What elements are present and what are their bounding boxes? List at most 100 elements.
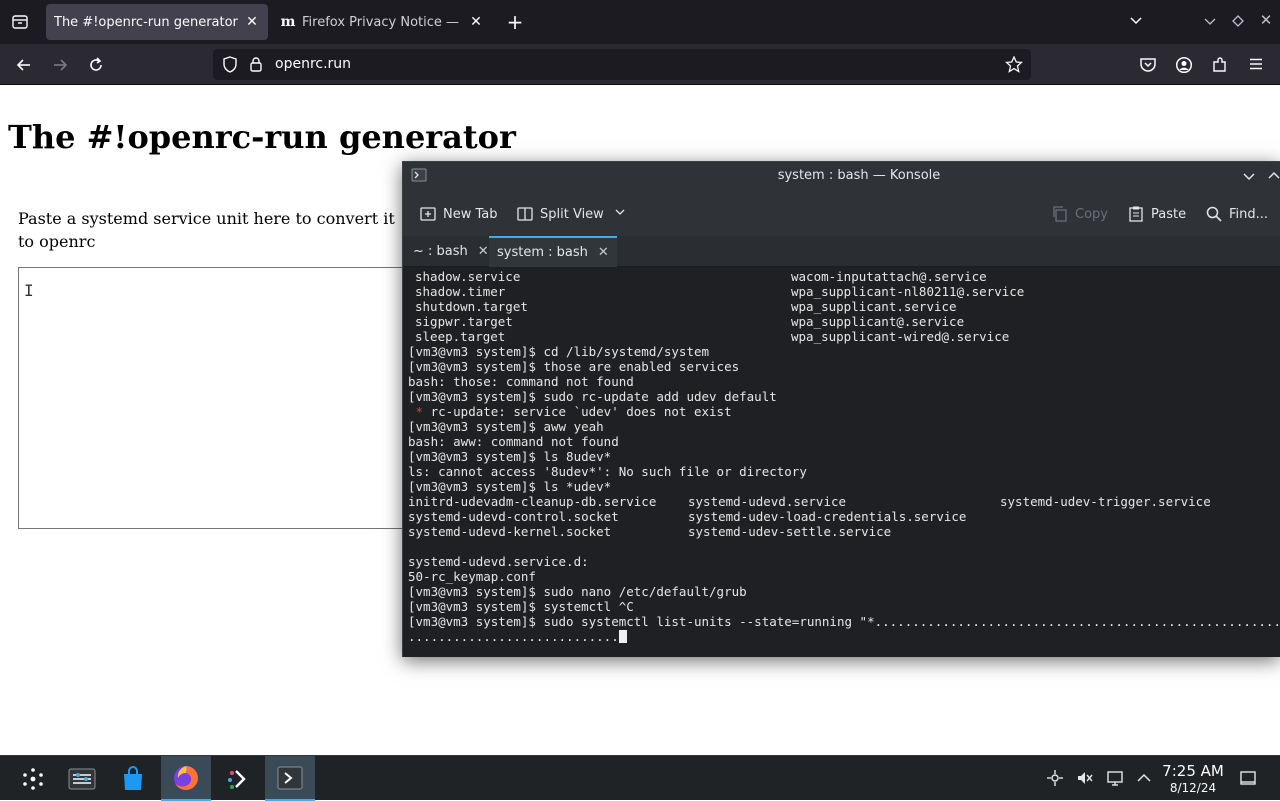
close-tab-icon[interactable]: ✕: [468, 14, 484, 30]
error-message: rc-update: service `udev' does not exist: [430, 404, 732, 419]
copy-icon: [1051, 205, 1069, 223]
app-menu-hamburger-icon[interactable]: [1246, 56, 1266, 75]
search-icon: [1205, 205, 1223, 223]
account-icon[interactable]: [1174, 56, 1194, 77]
terminal-listing-cell: systemd-udevd.service: [688, 494, 847, 509]
minimize-chevron-icon[interactable]: [1241, 169, 1257, 186]
url-text[interactable]: openrc.run: [275, 56, 351, 72]
terminal-icon: [277, 766, 303, 789]
clock-date: 8/12/24: [1169, 781, 1217, 795]
terminal-line: [vm3@vm3 system]$ those are enabled serv…: [408, 359, 740, 374]
display-network-icon[interactable]: [1105, 768, 1125, 788]
terminal-listing-cell: systemd-udev-trigger.service: [1000, 494, 1211, 509]
copy-label: Copy: [1075, 206, 1108, 222]
terminal-listing-cell: systemd-udev-load-credentials.service: [688, 509, 967, 524]
close-tab-icon[interactable]: ✕: [478, 244, 489, 259]
close-tab-icon[interactable]: ✕: [598, 245, 609, 260]
konsole-tab-system-bash[interactable]: system : bash ✕: [489, 236, 617, 267]
split-view-label: Split View: [540, 206, 604, 222]
konsole-taskbar-button[interactable]: [265, 756, 315, 801]
terminal-line: [vm3@vm3 system]$ sudo nano /etc/default…: [408, 584, 747, 599]
paste-clipboard-icon: [1127, 205, 1145, 223]
copy-button[interactable]: Copy: [1051, 202, 1108, 226]
split-view-icon: [516, 205, 534, 223]
url-bar[interactable]: openrc.run: [213, 49, 1031, 80]
terminal-listing-cell: initrd-udevadm-cleanup-db.service: [408, 494, 657, 509]
konsole-tab-label: ~ : bash: [413, 244, 468, 259]
terminal-typed-text: ............................: [408, 629, 619, 644]
window-maximize-diamond-icon[interactable]: [1228, 14, 1248, 31]
site-lock-icon[interactable]: [247, 56, 265, 76]
find-label: Find...: [1229, 206, 1269, 222]
new-tab-button[interactable]: New Tab: [419, 202, 498, 226]
tab-title: Firefox Privacy Notice — M: [302, 14, 462, 30]
pocket-icon[interactable]: [1138, 56, 1158, 77]
list-all-tabs-chevron-icon[interactable]: [1126, 13, 1146, 30]
kate-taskbar-button[interactable]: [213, 756, 263, 801]
new-tab-icon: [419, 205, 437, 223]
terminal-line: systemd-udevd.service.d:: [408, 554, 589, 569]
show-desktop-icon[interactable]: [1238, 768, 1258, 788]
firefox-taskbar-button[interactable]: [161, 756, 211, 801]
terminal-line: [vm3@vm3 system]$ ls *udev*: [408, 479, 612, 494]
browser-tab-openrc[interactable]: The #!openrc-run generator ✕: [46, 4, 268, 40]
konsole-toolbar: New Tab Split View Copy Paste Find...: [403, 190, 1280, 236]
firefox-icon: [174, 765, 198, 790]
mozilla-favicon-icon: m: [280, 14, 296, 30]
tracking-protection-shield-icon[interactable]: [221, 56, 239, 76]
app-launcher-button[interactable]: [8, 756, 58, 801]
konsole-window: system : bash — Konsole New Tab Split Vi…: [402, 161, 1280, 657]
system-settings-taskbar-button[interactable]: [57, 756, 107, 801]
close-tab-icon[interactable]: ✕: [244, 14, 260, 30]
network-settings-icon[interactable]: [1045, 768, 1065, 788]
terminal-listing-cell: shutdown.target: [415, 299, 528, 314]
paste-button[interactable]: Paste: [1127, 202, 1186, 226]
terminal-listing-cell: wacom-inputattach@.service: [791, 269, 987, 284]
tab-overview-icon[interactable]: [10, 13, 30, 34]
reload-icon[interactable]: [86, 56, 106, 77]
discover-taskbar-button[interactable]: [108, 756, 158, 801]
maximize-chevron-icon[interactable]: [1267, 169, 1280, 186]
konsole-titlebar[interactable]: system : bash — Konsole: [403, 162, 1280, 190]
find-button[interactable]: Find...: [1205, 202, 1268, 226]
new-tab-plus-icon[interactable]: +: [505, 12, 525, 32]
terminal-listing-cell: wpa_supplicant-wired@.service: [791, 329, 1010, 344]
terminal-line: bash: those: command not found: [408, 374, 634, 389]
terminal-input-line: ............................: [408, 629, 627, 644]
back-arrow-icon[interactable]: [14, 56, 34, 77]
terminal-listing-cell: shadow.timer: [415, 284, 506, 299]
terminal-listing-cell: wpa_supplicant.service: [791, 299, 957, 314]
extensions-puzzle-icon[interactable]: [1210, 56, 1230, 77]
system-settings-icon: [68, 768, 96, 789]
terminal-listing-cell: wpa_supplicant@.service: [791, 314, 965, 329]
terminal-line: [vm3@vm3 system]$ aww yeah: [408, 419, 604, 434]
terminal-listing-cell: sleep.target: [415, 329, 506, 344]
page-intro-text: Paste a systemd service unit here to con…: [18, 209, 395, 251]
new-tab-label: New Tab: [443, 206, 498, 222]
window-close-icon[interactable]: ✕: [1256, 13, 1276, 28]
terminal-error-line: * rc-update: service `udev' does not exi…: [408, 404, 732, 419]
terminal-output[interactable]: shadow.service wacom-inputattach@.servic…: [403, 267, 1280, 657]
terminal-line: [vm3@vm3 system]$ sudo rc-update add ude…: [408, 389, 777, 404]
terminal-listing-cell: wpa_supplicant-nl80211@.service: [791, 284, 1025, 299]
kde-launcher-icon: [23, 767, 43, 790]
forward-arrow-icon[interactable]: [50, 56, 70, 77]
clock-time: 7:25 AM: [1162, 762, 1224, 780]
terminal-line: bash: aww: command not found: [408, 434, 619, 449]
page-title: The #!openrc-run generator: [8, 118, 516, 156]
window-minimize-chevron-icon[interactable]: [1200, 14, 1220, 31]
tray-expand-chevron-icon[interactable]: [1134, 768, 1154, 788]
code-editor-icon: [228, 769, 246, 789]
systemd-unit-textarea[interactable]: [18, 267, 418, 529]
tab-title: The #!openrc-run generator: [54, 14, 238, 30]
volume-muted-icon[interactable]: [1075, 768, 1095, 788]
browser-tab-privacy-notice[interactable]: m Firefox Privacy Notice — M ✕: [272, 4, 492, 40]
konsole-tab-label: system : bash: [497, 245, 588, 260]
bookmark-star-icon[interactable]: [1004, 55, 1024, 76]
browser-nav-bar: openrc.run: [0, 44, 1280, 85]
terminal-listing-cell: systemd-udevd-control.socket: [408, 509, 619, 524]
split-view-chevron-icon[interactable]: [614, 206, 626, 222]
terminal-cursor: [618, 630, 627, 643]
split-view-button[interactable]: Split View: [516, 202, 626, 226]
konsole-tab-home-bash[interactable]: ~ : bash ✕: [405, 236, 497, 267]
